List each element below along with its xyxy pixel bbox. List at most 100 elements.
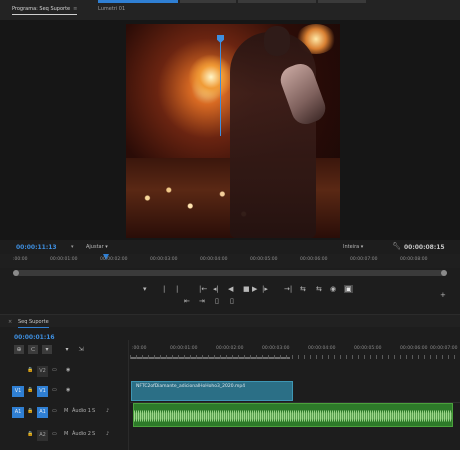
- tab-program-monitor[interactable]: Programa: Seq Suporte ≡: [12, 6, 78, 15]
- monitor-zoom-scrollbar[interactable]: [13, 270, 447, 276]
- source-patch-a1[interactable]: A1: [12, 407, 24, 418]
- play-back-icon[interactable]: ◀: [228, 285, 233, 293]
- mark-out-icon[interactable]: |: [176, 285, 178, 293]
- extract-icon[interactable]: ⇆: [316, 285, 322, 293]
- zoom-select[interactable]: Ajustar ▾: [86, 244, 108, 250]
- solo-button[interactable]: S: [92, 431, 95, 437]
- marker-icon[interactable]: ▾: [71, 244, 74, 250]
- clip-name: NFTC2ofDiamante_adicionalHoHoho3_2020.mp…: [136, 384, 246, 389]
- tab-lumetri[interactable]: Lumetri 01: [98, 6, 125, 12]
- track-header: 🔒 V2 ▭ ◉: [0, 364, 128, 380]
- playhead-line: [220, 42, 221, 136]
- sync-lock-icon[interactable]: ▭: [52, 431, 57, 437]
- wrench-glyph: ▾: [65, 346, 69, 353]
- app-window: Programa: Seq Suporte ≡ Lumetri 01 00:00:…: [0, 0, 460, 450]
- ruler-label: 00:00:03:00: [262, 346, 290, 351]
- add-marker-icon[interactable]: ▾: [143, 285, 147, 293]
- export-frame-icon[interactable]: ◉: [330, 285, 336, 293]
- ruler-label: :00:00: [13, 257, 28, 262]
- sync-lock-icon[interactable]: ▭: [52, 367, 57, 373]
- stage-light: [188, 54, 234, 100]
- track-header: 🔒 A2 ▭ M Áudio 2 S ♪: [0, 428, 128, 444]
- comparison-view-icon[interactable]: ▣: [344, 285, 353, 293]
- voiceover-mic-icon[interactable]: ♪: [106, 408, 109, 414]
- linked-selection-icon[interactable]: ⊂: [28, 345, 38, 354]
- solo-button[interactable]: S: [92, 408, 95, 414]
- ruler-label: 00:00:05:00: [354, 346, 382, 351]
- sync-lock-icon[interactable]: ▭: [52, 408, 57, 414]
- track-name-label: Áudio 1: [72, 408, 91, 414]
- overwrite-icon[interactable]: ▯: [230, 297, 234, 305]
- workspace-indicator[interactable]: [238, 0, 316, 3]
- ruler-label: 00:00:04:00: [200, 257, 228, 262]
- lock-icon[interactable]: 🔒: [27, 387, 33, 393]
- go-to-out-point-icon[interactable]: ⇥: [199, 297, 205, 305]
- ruler-label: 00:00:06:00: [400, 346, 428, 351]
- mute-button[interactable]: M: [64, 408, 68, 414]
- ruler-label: 00:00:07:00: [350, 257, 378, 262]
- timeline-time-ruler[interactable]: :00:00 00:00:01:00 00:00:02:00 00:00:03:00 0…: [130, 343, 460, 361]
- step-back-icon[interactable]: ◂|: [213, 285, 219, 293]
- lock-icon[interactable]: 🔒: [27, 367, 33, 373]
- workspace-indicator[interactable]: [180, 0, 236, 3]
- ruler-label: 00:00:01:00: [170, 346, 198, 351]
- track-target-a2[interactable]: A2: [37, 430, 48, 441]
- ruler-label: 00:00:01:00: [50, 257, 78, 262]
- menu-icon[interactable]: ≡: [73, 6, 77, 12]
- panel-tab-bar: Programa: Seq Suporte ≡ Lumetri 01: [0, 0, 460, 20]
- workspace-indicator[interactable]: [318, 0, 366, 3]
- track-name-label: Áudio 2: [72, 431, 91, 437]
- track-target-a1[interactable]: A1: [37, 407, 48, 418]
- track-target-v1[interactable]: V1: [37, 386, 48, 397]
- lift-icon[interactable]: ⇆: [300, 285, 306, 293]
- voiceover-mic-icon[interactable]: ♪: [106, 431, 109, 437]
- play-icon[interactable]: ▶: [252, 285, 257, 293]
- ruler-label: 00:00:03:00: [150, 257, 178, 262]
- timeline-tab-row: × Seq Suporte: [0, 315, 460, 328]
- track-header: V1 🔒 V1 ▭ ◉: [0, 384, 128, 400]
- ruler-label: 00:00:06:00: [300, 257, 328, 262]
- playhead-timecode[interactable]: 00:00:11:13: [16, 244, 57, 251]
- go-to-out-icon[interactable]: →|: [284, 285, 292, 293]
- add-marker-icon[interactable]: ▾: [42, 345, 52, 354]
- video-preview: [126, 24, 340, 238]
- wrench-icon[interactable]: 🔧︎: [392, 242, 401, 250]
- workspace-indicator-active[interactable]: [98, 0, 178, 3]
- stop-icon[interactable]: ■: [243, 285, 250, 293]
- eye-icon[interactable]: ◉: [66, 367, 70, 373]
- track-target-v2[interactable]: V2: [37, 366, 48, 377]
- insert-icon[interactable]: ▯: [215, 297, 219, 305]
- transport-controls: ▾ | | |← ◂| ◀ ■ ▶ |▸ →| ⇆ ⇆ ◉ ▣ ⇤ ⇥ ▯ ▯ +: [0, 280, 460, 310]
- timeline-timecode[interactable]: 00:00:01:16: [14, 334, 55, 341]
- monitor-time-ruler[interactable]: :00:00 00:00:01:00 00:00:02:00 00:00:03:00 0…: [0, 254, 460, 268]
- snap-icon[interactable]: ⊕: [14, 345, 24, 354]
- eye-icon[interactable]: ◉: [66, 387, 70, 393]
- duration-timecode: 00:00:08:15: [404, 244, 445, 251]
- sync-lock-icon[interactable]: ▭: [52, 387, 57, 393]
- track-header: A1 🔒 A1 ▭ M Áudio 1 S ♪: [0, 405, 128, 425]
- close-icon[interactable]: ×: [8, 319, 12, 325]
- button-editor-add-icon[interactable]: +: [440, 291, 446, 299]
- video-clip[interactable]: NFTC2ofDiamante_adicionalHoHoho3_2020.mp…: [131, 381, 293, 401]
- step-forward-icon[interactable]: |▸: [262, 285, 268, 293]
- go-to-in-point-icon[interactable]: ⇤: [184, 297, 190, 305]
- performer-silhouette: [230, 32, 316, 238]
- tab-program-label: Programa: Seq Suporte: [12, 6, 71, 12]
- go-to-in-icon[interactable]: |←: [199, 285, 207, 293]
- audio-clip[interactable]: [133, 403, 453, 427]
- lock-icon[interactable]: 🔒: [27, 408, 33, 414]
- mute-button[interactable]: M: [64, 431, 68, 437]
- source-patch-v1[interactable]: V1: [12, 386, 24, 397]
- ruler-label: :00:00: [132, 346, 147, 351]
- wrench-icon[interactable]: ▾: [62, 345, 72, 354]
- captions-icon[interactable]: ⇲: [76, 345, 86, 354]
- mark-in-icon[interactable]: |: [163, 285, 165, 293]
- link-glyph: ⊂: [30, 346, 36, 353]
- tab-sequence[interactable]: Seq Suporte: [18, 319, 49, 328]
- resolution-select[interactable]: Inteira ▾: [343, 244, 363, 250]
- ruler-label: 00:00:07:00: [430, 346, 458, 351]
- ruler-ticks: [130, 355, 460, 359]
- zoom-select-value: Ajustar: [86, 244, 104, 250]
- lock-icon[interactable]: 🔒: [27, 431, 33, 437]
- ruler-label: 00:00:02:00: [216, 346, 244, 351]
